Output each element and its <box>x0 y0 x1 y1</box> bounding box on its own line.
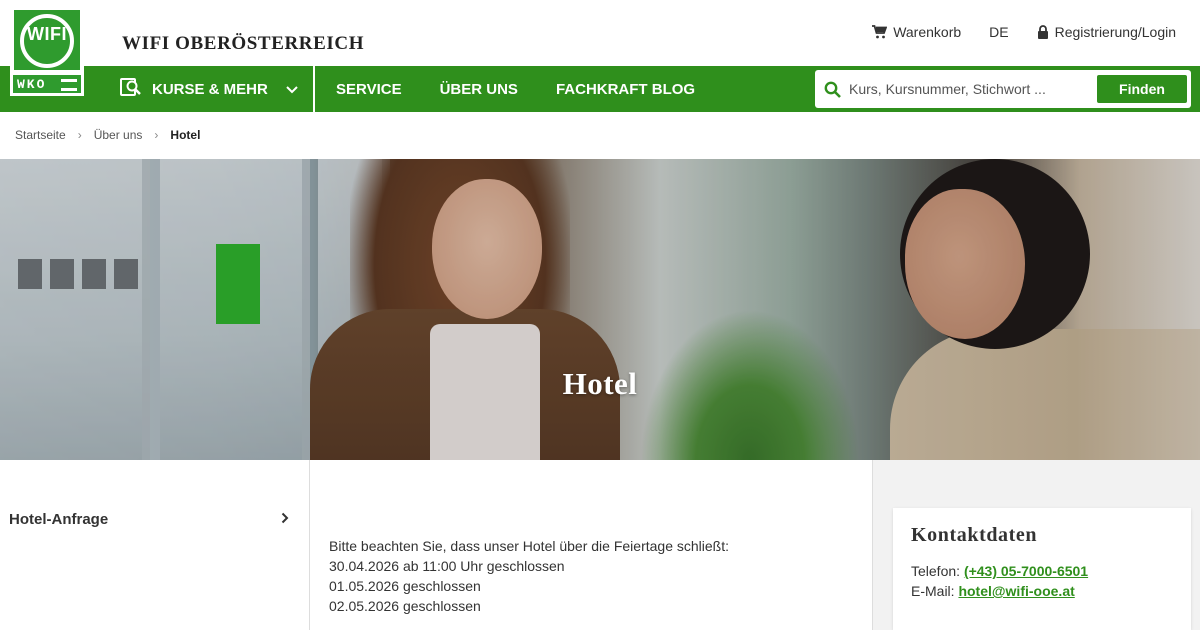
nav-items: SERVICE ÜBER UNS FACHKRAFT BLOG <box>336 66 695 112</box>
site-title[interactable]: WIFI OBERÖSTERREICH <box>122 33 364 55</box>
lock-icon <box>1037 24 1049 40</box>
course-search-icon <box>120 77 142 101</box>
contact-title: Kontaktdaten <box>911 524 1038 546</box>
login-label: Registrierung/Login <box>1054 24 1176 40</box>
breadcrumb: Startseite › Über uns › Hotel <box>15 128 200 142</box>
sidebar: Hotel-Anfrage <box>0 460 310 630</box>
search-box: Finden <box>815 70 1191 108</box>
nav-kurse-dropdown[interactable]: KURSE & MEHR <box>104 66 315 112</box>
right-column: Kontaktdaten Telefon: (+43) 05-7000-6501… <box>872 460 1200 630</box>
hero-banner: Hotel <box>0 159 1200 460</box>
notice-line: Bitte beachten Sie, dass unser Hotel übe… <box>329 538 729 554</box>
chevron-right-icon: › <box>154 128 159 142</box>
page-title: Hotel <box>562 366 638 401</box>
sidebar-item-label: Hotel-Anfrage <box>9 511 109 528</box>
hero-shade <box>0 159 1200 460</box>
phone-label: Telefon: <box>911 563 961 579</box>
main-content: Bitte beachten Sie, dass unser Hotel übe… <box>310 460 872 630</box>
chevron-right-icon: › <box>77 128 82 142</box>
search-icon <box>815 81 849 98</box>
cart-label: Warenkorb <box>893 24 962 40</box>
contact-email-row: E-Mail: hotel@wifi-ooe.at <box>911 581 1173 601</box>
notice-line: 30.04.2026 ab 11:00 Uhr geschlossen <box>329 558 565 574</box>
notice-line: 02.05.2026 geschlossen <box>329 598 481 614</box>
breadcrumb-ueber-uns[interactable]: Über uns <box>94 128 143 142</box>
chevron-right-icon <box>281 511 289 528</box>
logo-wko-text: WKO <box>17 77 47 92</box>
login-link[interactable]: Registrierung/Login <box>1037 24 1176 40</box>
sidebar-item-hotel-anfrage[interactable]: Hotel-Anfrage <box>9 511 289 528</box>
wifi-wko-logo[interactable]: WIFI WKO <box>10 10 84 96</box>
contact-phone-row: Telefon: (+43) 05-7000-6501 <box>911 561 1173 581</box>
notice-line: 01.05.2026 geschlossen <box>329 578 481 594</box>
logo-wko-bar: WKO <box>10 72 84 96</box>
nav-item-ueber-uns[interactable]: ÜBER UNS <box>440 81 518 98</box>
nav-item-fachkraft-blog[interactable]: FACHKRAFT BLOG <box>556 81 695 98</box>
contact-card: Kontaktdaten Telefon: (+43) 05-7000-6501… <box>893 508 1191 630</box>
logo-text: WIFI <box>27 24 67 44</box>
logo-green-block: WIFI <box>14 10 80 70</box>
phone-link[interactable]: (+43) 05-7000-6501 <box>964 563 1088 579</box>
cart-link[interactable]: Warenkorb <box>872 24 961 40</box>
nav-item-service[interactable]: SERVICE <box>336 81 402 98</box>
logo-bars <box>61 79 77 91</box>
cart-icon <box>872 25 888 39</box>
breadcrumb-startseite[interactable]: Startseite <box>15 128 66 142</box>
search-input[interactable] <box>849 81 1089 97</box>
top-links: Warenkorb DE Registrierung/Login <box>872 24 1176 40</box>
search-button[interactable]: Finden <box>1097 75 1187 103</box>
chevron-down-icon <box>286 81 298 98</box>
main-nav: KURSE & MEHR SERVICE ÜBER UNS FACHKRAFT … <box>0 66 1200 112</box>
holiday-notice: Bitte beachten Sie, dass unser Hotel übe… <box>329 536 729 616</box>
top-header: WIFI WKO WIFI OBERÖSTERREICH Warenkorb D… <box>0 0 1200 96</box>
breadcrumb-current: Hotel <box>170 128 201 142</box>
email-link[interactable]: hotel@wifi-ooe.at <box>958 583 1074 599</box>
nav-kurse-label: KURSE & MEHR <box>152 80 268 98</box>
email-label: E-Mail: <box>911 583 955 599</box>
language-switch[interactable]: DE <box>989 24 1008 40</box>
